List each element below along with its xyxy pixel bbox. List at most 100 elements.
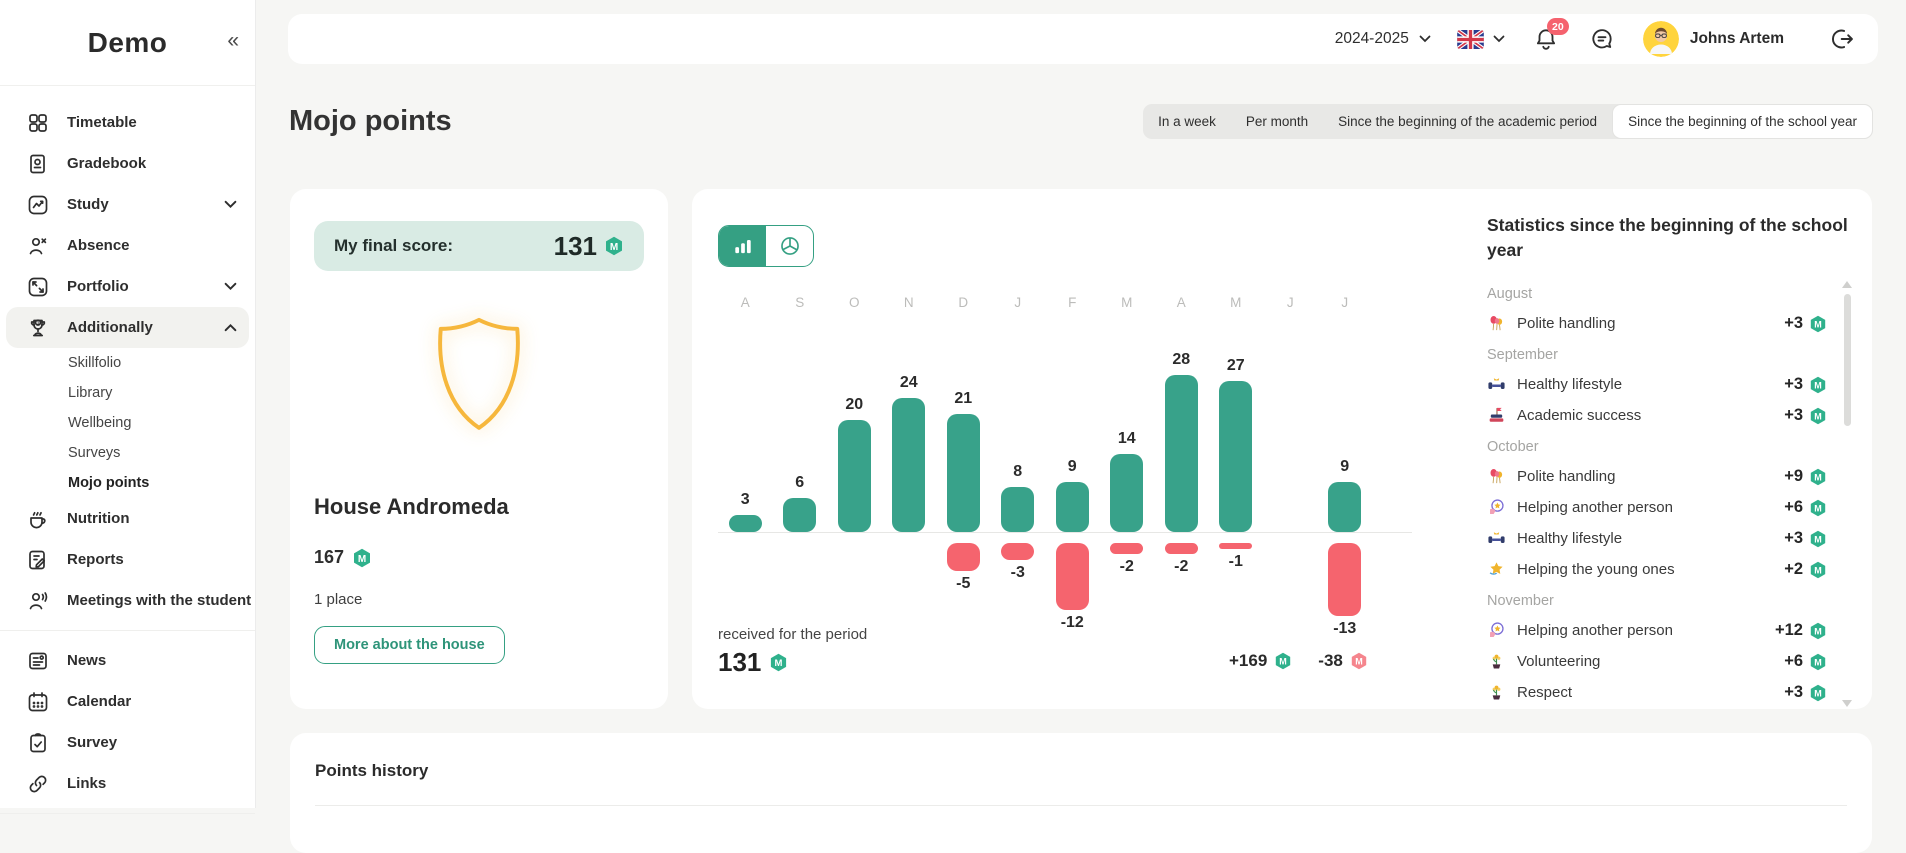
statistics-value-text: +3 [1784,375,1803,394]
sidebar-item-meetings-with-the-student[interactable]: Meetings with the student [0,580,255,621]
sidebar-item-portfolio[interactable]: Portfolio [0,266,255,307]
statistics-row: Healthy lifestyle+3M [1487,523,1827,554]
svg-text:M: M [1814,657,1822,667]
sidebar-item-reports[interactable]: Reports [0,539,255,580]
chart-card: ASONDJFMAMJJ 36202421-58-39-1214-228-227… [692,189,1872,709]
sidebar-item-nutrition[interactable]: Nutrition [0,498,255,539]
gained-total: +169 M [1229,651,1292,671]
notifications-button[interactable]: 20 [1531,24,1561,54]
statistics-month-label: August [1487,278,1827,308]
sidebar-item-timetable[interactable]: Timetable [0,102,255,143]
tab-since-the-beginning-of-the-school-year[interactable]: Since the beginning of the school year [1612,104,1873,139]
bar-positive [838,420,871,532]
sidebar-item-additionally[interactable]: 1Additionally [6,307,249,348]
user-menu[interactable]: Johns Artem [1643,21,1784,57]
header-bar: 2024-2025 20 Johns Artem [288,14,1878,64]
sidebar-subitem-library[interactable]: Library [0,378,255,408]
svg-text:M: M [1814,565,1822,575]
app-logo: Demo [88,27,168,59]
sidebar-subitem-mojo-points[interactable]: Mojo points [0,468,255,498]
lost-total: -38 M [1318,651,1368,671]
mojo-coin-icon: M [1274,652,1292,670]
bar-positive [783,498,816,532]
statistics-item-value: +3M [1784,683,1827,702]
sidebar-item-study[interactable]: Study [0,184,255,225]
sidebar-item-gradebook[interactable]: Gradebook [0,143,255,184]
statistics-item-label: Respect [1517,684,1572,701]
month-label: O [827,295,882,310]
tab-per-month[interactable]: Per month [1231,104,1323,139]
statistics-item-label: Helping the young ones [1517,561,1675,578]
sidebar-collapse-icon[interactable]: « [227,30,239,51]
page-title: Mojo points [289,105,452,138]
statistics-item-label: Healthy lifestyle [1517,530,1622,547]
house-rank: 1 place [314,591,362,608]
statistics-title: Statistics since the beginning of the sc… [1487,213,1859,262]
sidebar-item-label: Additionally [67,319,153,336]
sidebar-subitem-surveys[interactable]: Surveys [0,438,255,468]
bar-positive [947,414,980,532]
scrollbar-thumb[interactable] [1844,294,1851,426]
sidebar-item-label: Timetable [67,114,137,131]
statistics-item-label: Volunteering [1517,653,1600,670]
gained-total-value: +169 [1229,651,1267,671]
lost-total-value: -38 [1318,651,1343,671]
bar-positive [1110,454,1143,532]
tab-in-a-week[interactable]: In a week [1143,104,1231,139]
sidebar-item-label: Meetings with the student [67,592,251,609]
chevron-down-icon [224,282,237,291]
logout-button[interactable] [1828,24,1858,54]
grid-icon [26,111,50,135]
month-label: A [1154,295,1209,310]
messages-button[interactable] [1587,24,1617,54]
statistics-item-value: +3M [1784,406,1827,425]
flower-icon [1487,652,1506,671]
language-select[interactable] [1457,30,1505,49]
sidebar-item-calendar[interactable]: Calendar [0,681,255,722]
pie-chart-toggle[interactable] [766,226,813,266]
bar-value: 3 [718,491,773,509]
scroll-down-icon[interactable] [1842,700,1852,707]
balloons-icon [1487,314,1506,333]
period-tabs: In a weekPer monthSince the beginning of… [1143,104,1873,139]
final-score-pill: My final score: 131 M [314,221,644,271]
clipboard-check-icon [26,731,50,755]
sidebar-item-links[interactable]: Links [0,763,255,804]
sidebar-item-news[interactable]: News [0,640,255,681]
chevron-down-icon [1493,30,1505,48]
sidebar-subitem-skillfolio[interactable]: Skillfolio [0,348,255,378]
house-shield-icon [412,309,547,464]
statistics-item-label: Polite handling [1517,468,1615,485]
history-divider [315,805,1847,806]
mojo-coin-icon: M [1350,652,1368,670]
bar-chart-toggle[interactable] [719,226,766,266]
svg-text:M: M [1355,656,1363,666]
tab-since-the-beginning-of-the-academic-period[interactable]: Since the beginning of the academic peri… [1323,104,1612,139]
dumbbell-icon [1487,375,1506,394]
sidebar-nav: Timetable GradebookStudyAbsencePortfolio1… [0,86,255,814]
pie-chart-icon [779,235,801,257]
hand-star-icon [1487,498,1506,517]
scroll-up-icon[interactable] [1842,281,1852,288]
more-about-house-button[interactable]: More about the house [314,626,505,664]
svg-text:M: M [775,658,783,669]
sidebar-item-survey[interactable]: Survey [0,722,255,763]
expand-icon [26,275,50,299]
bar-negative [1328,543,1361,616]
statistics-item-label: Helping another person [1517,499,1673,516]
bar-negative [1219,543,1252,549]
statistics-value-text: +3 [1784,683,1803,702]
svg-text:M: M [1280,656,1288,666]
sidebar-subitem-wellbeing[interactable]: Wellbeing [0,408,255,438]
mojo-coin-icon: M [1809,530,1827,548]
sidebar-item-label: Nutrition [67,510,129,527]
sidebar-item-absence[interactable]: Absence [0,225,255,266]
mojo-coin-icon: M [1809,622,1827,640]
bar-negative [1001,543,1034,560]
bar-negative [947,543,980,571]
statistics-row: Healthy lifestyle+3M [1487,369,1827,400]
bar-value: 9 [1318,458,1373,476]
school-year-select[interactable]: 2024-2025 [1335,30,1431,48]
mojo-coin-icon: M [769,653,788,672]
chart-plot: 36202421-58-39-1214-228-227-19-13 [718,319,1418,649]
